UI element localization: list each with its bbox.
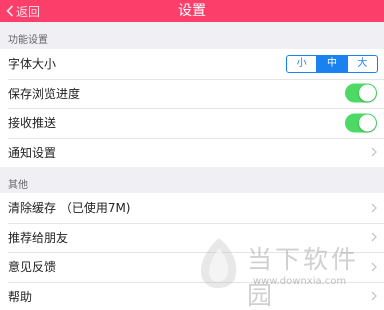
recommend-row[interactable]: 推荐给朋友	[0, 222, 384, 253]
chevron-right-icon	[371, 203, 377, 213]
font-size-segmented-control: 小 中 大	[286, 54, 378, 73]
feedback-row[interactable]: 意见反馈	[0, 252, 384, 282]
page-title: 设置	[178, 3, 206, 19]
font-size-medium-option[interactable]: 中	[316, 55, 347, 72]
save-progress-label: 保存浏览进度	[8, 86, 81, 101]
navigation-bar: 返回 设置	[0, 0, 384, 22]
clear-cache-row[interactable]: 清除缓存 （已使用7M)	[0, 193, 384, 223]
section-header-other: 其他	[8, 180, 28, 191]
help-row[interactable]: 帮助	[0, 281, 384, 310]
notification-settings-label: 通知设置	[8, 145, 57, 160]
chevron-right-icon	[371, 147, 377, 157]
function-settings-group: 字体大小 小 中 大 保存浏览进度 接收推送 通知设置	[0, 49, 384, 167]
notification-settings-row[interactable]: 通知设置	[0, 137, 384, 168]
receive-push-label: 接收推送	[8, 116, 57, 131]
chevron-right-icon	[371, 291, 377, 301]
save-progress-toggle[interactable]	[345, 83, 377, 103]
section-header-function: 功能设置	[8, 35, 48, 46]
chevron-right-icon	[371, 232, 377, 242]
font-size-large-option[interactable]: 大	[346, 55, 377, 72]
clear-cache-label: 清除缓存 （已使用7M)	[8, 201, 131, 216]
save-progress-row: 保存浏览进度	[0, 78, 384, 109]
receive-push-toggle[interactable]	[345, 113, 377, 133]
toggle-knob	[359, 114, 376, 132]
font-size-small-option[interactable]: 小	[287, 56, 316, 72]
font-size-row: 字体大小 小 中 大	[0, 49, 384, 79]
feedback-label: 意见反馈	[8, 260, 57, 275]
font-size-label: 字体大小	[8, 57, 57, 72]
recommend-label: 推荐给朋友	[8, 230, 69, 245]
help-label: 帮助	[8, 289, 33, 304]
toggle-knob	[359, 84, 376, 102]
chevron-right-icon	[371, 262, 377, 272]
other-settings-group: 清除缓存 （已使用7M) 推荐给朋友 意见反馈 帮助	[0, 193, 384, 310]
receive-push-row: 接收推送	[0, 108, 384, 138]
